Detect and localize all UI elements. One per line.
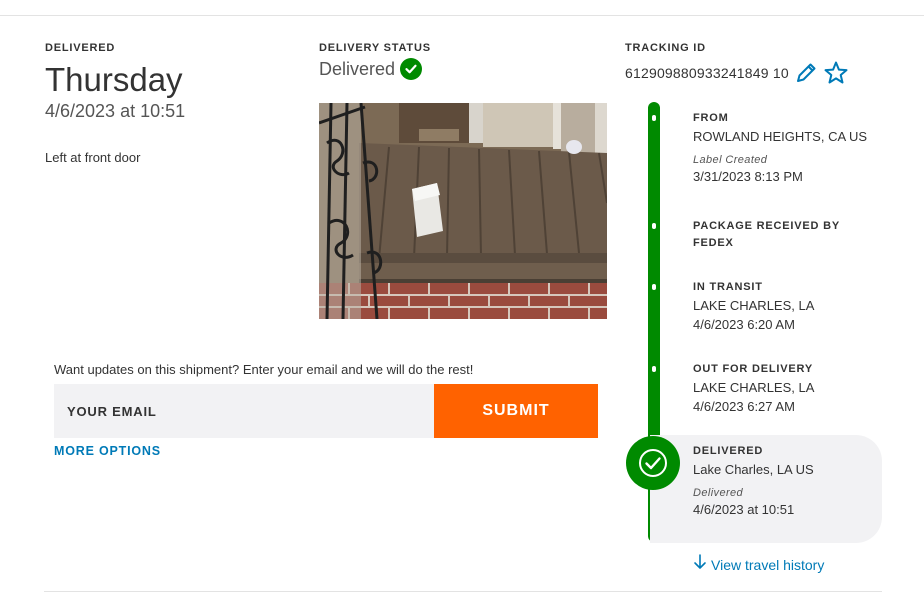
view-travel-history-link[interactable]: View travel history [693, 554, 824, 575]
event-location: ROWLAND HEIGHTS, CA US [693, 129, 868, 144]
tracking-row: 612909880933241849 10 [625, 60, 905, 86]
event-datetime: 4/6/2023 6:20 AM [693, 317, 795, 332]
email-prompt: Want updates on this shipment? Enter you… [54, 362, 474, 377]
tracking-id-section: TRACKING ID 612909880933241849 10 [625, 42, 905, 86]
event-title: IN TRANSIT [693, 281, 763, 293]
star-icon[interactable] [823, 60, 849, 86]
email-field[interactable] [54, 384, 434, 438]
status-text: Delivered [319, 58, 396, 79]
event-location: Lake Charles, LA US [693, 462, 814, 477]
view-travel-history-label: View travel history [711, 556, 825, 573]
delivery-datetime: 4/6/2023 at 10:51 [45, 101, 186, 121]
tracking-id-heading: TRACKING ID [625, 42, 706, 54]
delivery-note: Left at front door [45, 150, 141, 165]
event-status: Label Created [693, 154, 768, 166]
event-title: OUT FOR DELIVERY [693, 363, 813, 375]
timeline-dot [652, 284, 656, 290]
timeline-dot [652, 366, 656, 372]
delivered-heading: DELIVERED [45, 42, 116, 54]
event-title-continued: FEDEX [693, 237, 734, 249]
status-row: Delivered [319, 58, 609, 80]
more-options-link[interactable]: MORE OPTIONS [54, 444, 161, 458]
delivery-status: DELIVERY STATUS Delivered [319, 42, 609, 80]
event-location: LAKE CHARLES, LA [693, 298, 815, 313]
event-title: PACKAGE RECEIVED BY [693, 220, 841, 232]
bottom-divider [44, 591, 882, 592]
timeline-event-from: FROM ROWLAND HEIGHTS, CA US Label Create… [693, 110, 883, 186]
arrow-down-icon [693, 554, 707, 575]
timeline-event-out-for-delivery: OUT FOR DELIVERY LAKE CHARLES, LA 4/6/20… [693, 361, 883, 416]
timeline-event-received: PACKAGE RECEIVED BY FEDEX [693, 218, 883, 252]
check-circle-icon [400, 58, 423, 80]
timeline-event-delivered: DELIVERED Lake Charles, LA US Delivered … [693, 443, 883, 519]
top-divider [0, 15, 924, 16]
proof-of-delivery-photo[interactable] [319, 103, 607, 319]
event-title: DELIVERED [693, 445, 764, 457]
event-datetime: 3/31/2023 8:13 PM [693, 169, 803, 184]
event-datetime: 4/6/2023 at 10:51 [693, 502, 795, 517]
timeline-dot [652, 223, 656, 229]
delivery-day: Thursday [45, 61, 183, 98]
delivery-status-heading: DELIVERY STATUS [319, 42, 431, 54]
submit-button[interactable]: SUBMIT [434, 384, 598, 438]
check-circle-icon [626, 436, 680, 490]
pencil-icon[interactable] [793, 60, 819, 86]
delivered-summary: DELIVERED Thursday 4/6/2023 at 10:51 Lef… [45, 42, 295, 165]
event-datetime: 4/6/2023 6:27 AM [693, 399, 795, 414]
event-status: Delivered [693, 487, 744, 499]
timeline-event-in-transit: IN TRANSIT LAKE CHARLES, LA 4/6/2023 6:2… [693, 279, 883, 334]
event-title: FROM [693, 112, 729, 124]
tracking-number: 612909880933241849 10 [625, 65, 789, 81]
event-location: LAKE CHARLES, LA [693, 380, 815, 395]
timeline-dot [652, 115, 656, 121]
